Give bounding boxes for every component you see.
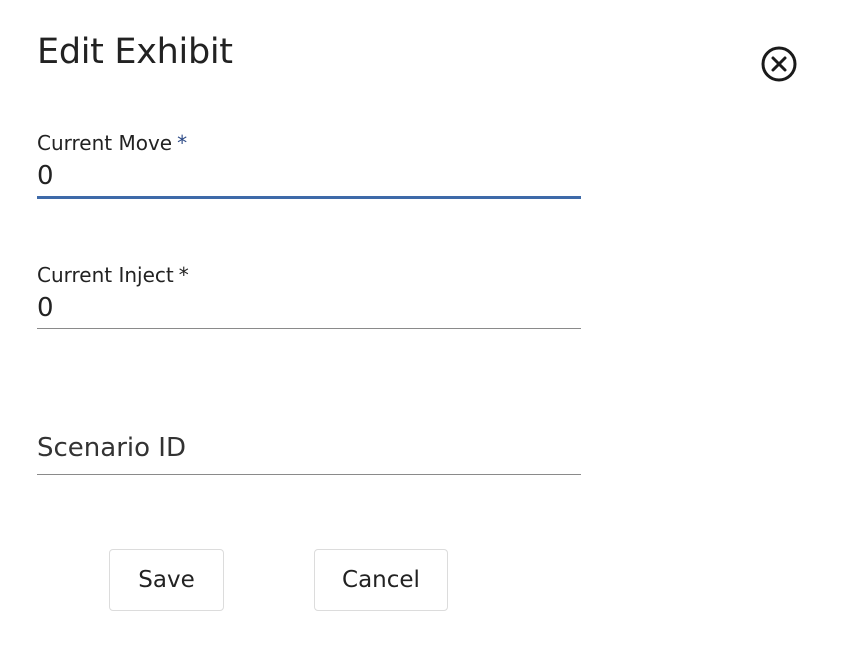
current-move-input[interactable] bbox=[37, 156, 581, 196]
cancel-button[interactable]: Cancel bbox=[314, 549, 448, 611]
save-button[interactable]: Save bbox=[109, 549, 224, 611]
required-marker: * bbox=[177, 131, 188, 155]
scenario-id-input[interactable] bbox=[37, 428, 581, 468]
current-inject-field: Current Inject * bbox=[37, 262, 581, 329]
current-inject-underline bbox=[37, 328, 581, 329]
current-inject-input[interactable] bbox=[37, 288, 581, 328]
current-inject-label: Current Inject * bbox=[37, 262, 581, 288]
scenario-id-field bbox=[37, 428, 581, 475]
edit-exhibit-dialog: Edit Exhibit Current Move* Current Injec… bbox=[0, 0, 844, 664]
close-circle-icon bbox=[759, 44, 799, 84]
dialog-title: Edit Exhibit bbox=[37, 32, 233, 72]
current-move-field: Current Move * bbox=[37, 130, 581, 199]
current-move-underline bbox=[37, 196, 581, 199]
required-marker: * bbox=[178, 263, 189, 287]
scenario-id-underline bbox=[37, 474, 581, 475]
current-move-label-text: Current Move bbox=[37, 131, 173, 155]
current-move-label: Current Move * bbox=[37, 130, 581, 156]
close-button[interactable] bbox=[759, 44, 799, 84]
current-inject-label-text: Current Inject bbox=[37, 263, 174, 287]
